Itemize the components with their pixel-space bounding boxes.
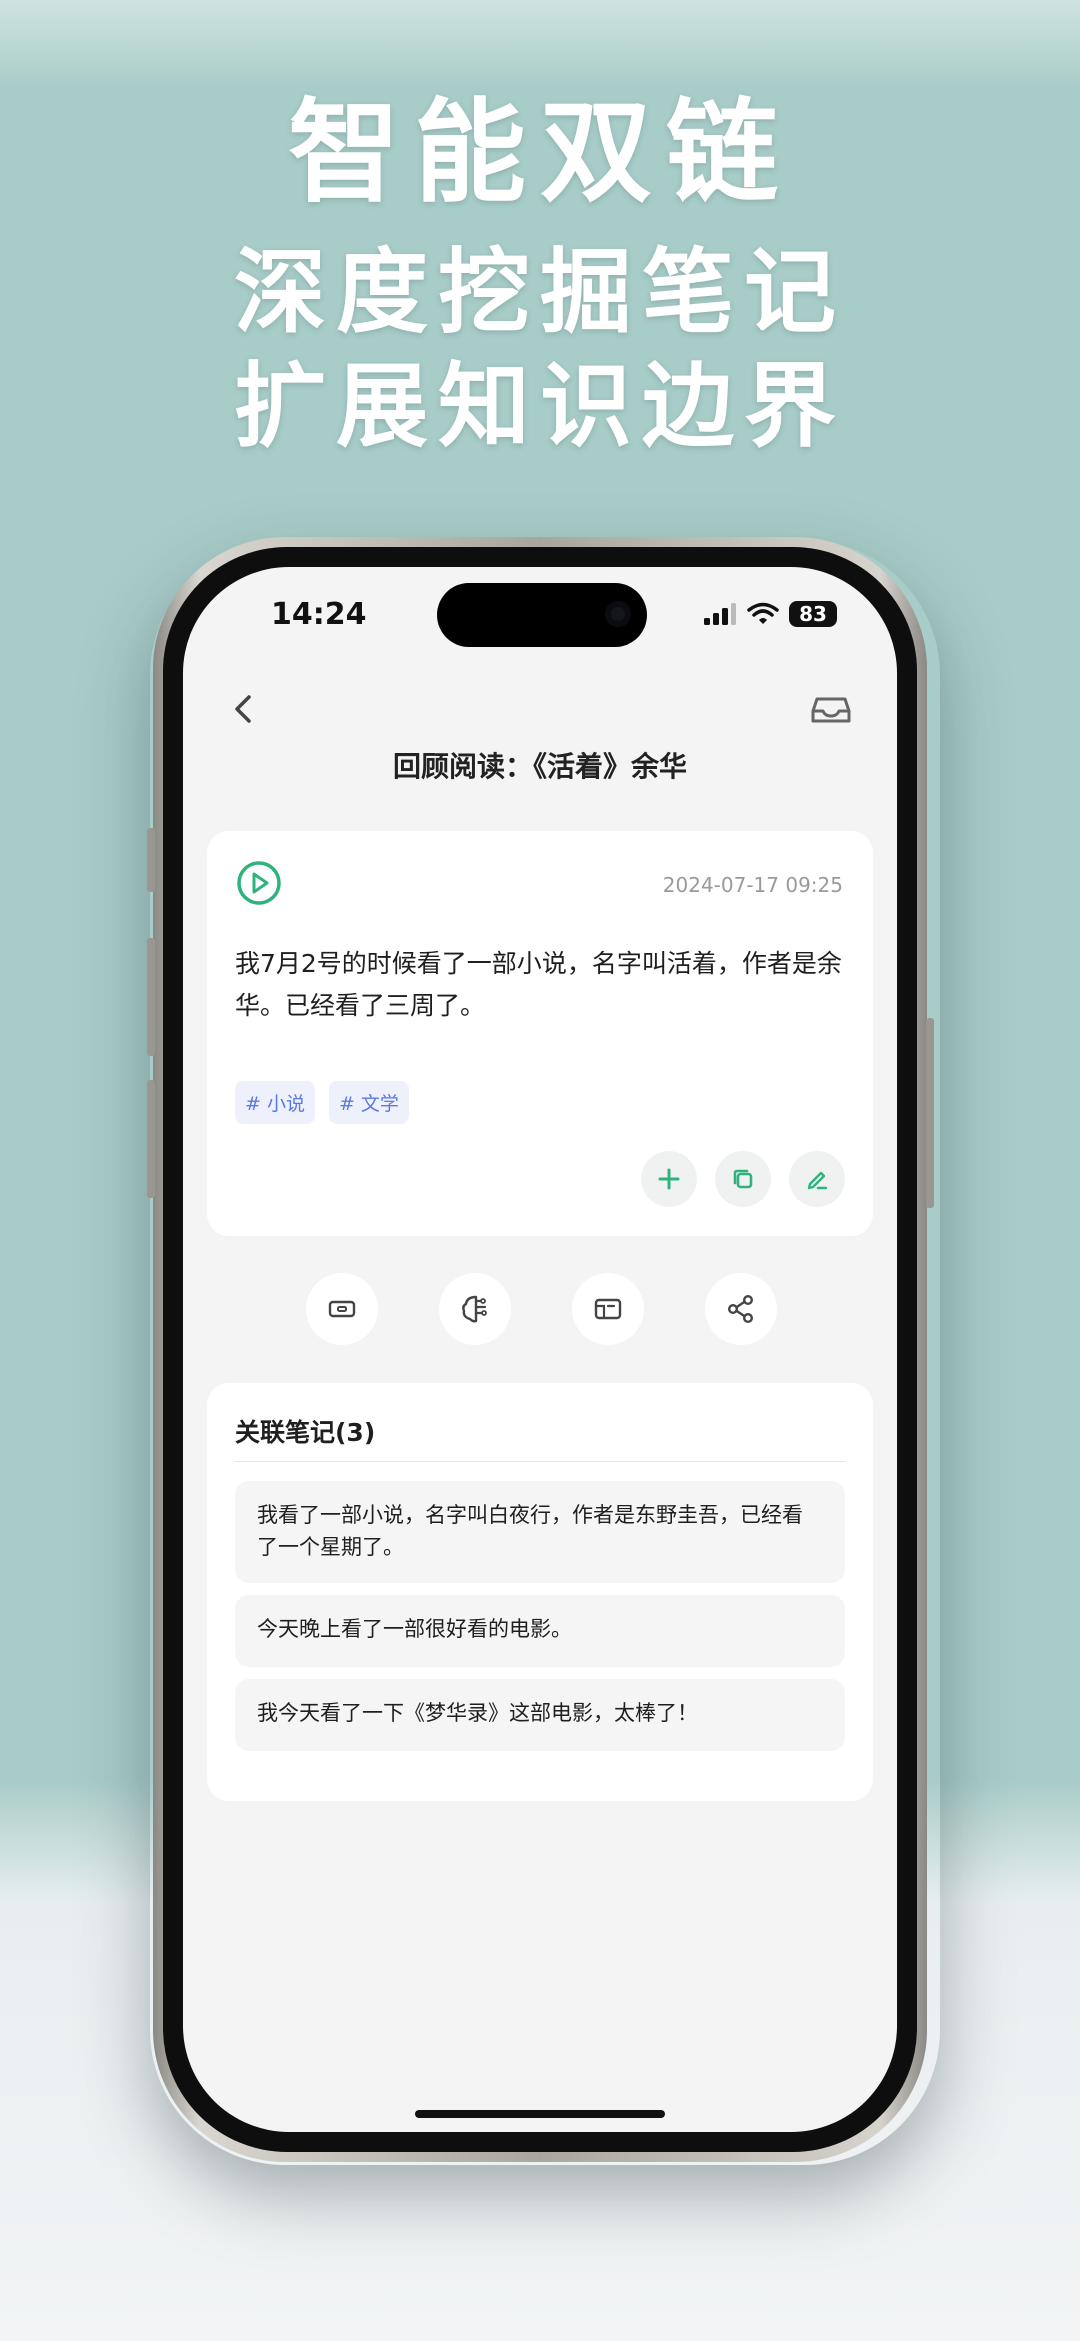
phone-power-button (926, 1018, 934, 1208)
ticket-icon (328, 1300, 356, 1318)
edit-icon (807, 1171, 828, 1190)
edit-button[interactable] (789, 1151, 845, 1207)
signal-icon (704, 603, 736, 625)
chevron-left-icon[interactable] (219, 685, 267, 733)
phone-volume-down (147, 1080, 155, 1198)
headline-line-2: 深度挖掘笔记 (233, 239, 846, 346)
play-icon[interactable] (235, 859, 283, 907)
related-notes-title: 关联笔记(3) (235, 1418, 376, 1447)
headline-line-1: 智能双链 (288, 88, 792, 218)
status-time: 14:24 (271, 597, 367, 632)
card-icon (594, 1298, 622, 1320)
wifi-icon (747, 602, 779, 624)
home-indicator[interactable] (415, 2110, 665, 2118)
plus-icon (658, 1168, 680, 1190)
share-button[interactable] (705, 1273, 777, 1345)
ticket-button[interactable] (306, 1273, 378, 1345)
related-note-item[interactable]: 我今天看了一下《梦华录》这部电影，太棒了！ (235, 1679, 845, 1751)
brain-icon (462, 1295, 487, 1323)
note-text: 我7月2号的时候看了一部小说，名字叫活着，作者是余华。已经看了三周了。 (235, 949, 842, 1020)
battery-indicator: 83 (789, 601, 837, 627)
status-indicators: 83 (703, 601, 837, 627)
tag-literature[interactable]: # 文学 (328, 1081, 409, 1124)
related-note-item[interactable]: 今天晚上看了一部很好看的电影。 (235, 1595, 845, 1667)
divider (235, 1461, 845, 1462)
note-card[interactable]: 2024-07-17 09:25 我7月2号的时候看了一部小说，名字叫活着，作者… (207, 831, 873, 1236)
inbox-icon[interactable] (807, 685, 855, 733)
page-title: 回顾阅读：《活着》余华 (392, 750, 687, 783)
related-notes-card: 关联笔记(3) 我看了一部小说，名字叫白夜行，作者是东野圭吾，已经看了一个星期了… (207, 1383, 873, 1801)
note-actions (641, 1151, 845, 1207)
tag-novel[interactable]: # 小说 (235, 1081, 315, 1124)
related-note-item[interactable]: 我看了一部小说，名字叫白夜行，作者是东野圭吾，已经看了一个星期了。 (235, 1481, 845, 1583)
phone-volume-up (147, 938, 155, 1056)
headline-line-3: 扩展知识边界 (233, 353, 846, 460)
tool-row (183, 1273, 897, 1345)
camera-icon (605, 601, 631, 627)
copy-button[interactable] (715, 1151, 771, 1207)
phone-mute-switch (147, 828, 155, 892)
phone-screen: 14:24 83 回顾阅读：《活着》余华 2024-07-17 09:25 我7… (183, 567, 897, 2132)
share-icon (727, 1294, 754, 1324)
note-timestamp: 2024-07-17 09:25 (662, 873, 843, 897)
copy-icon (733, 1169, 753, 1189)
brain-button[interactable] (439, 1273, 511, 1345)
background-wash-top (0, 0, 1080, 90)
card-button[interactable] (572, 1273, 644, 1345)
note-tags: # 小说 # 文学 (235, 1081, 409, 1124)
add-button[interactable] (641, 1151, 697, 1207)
dynamic-island (437, 583, 647, 647)
